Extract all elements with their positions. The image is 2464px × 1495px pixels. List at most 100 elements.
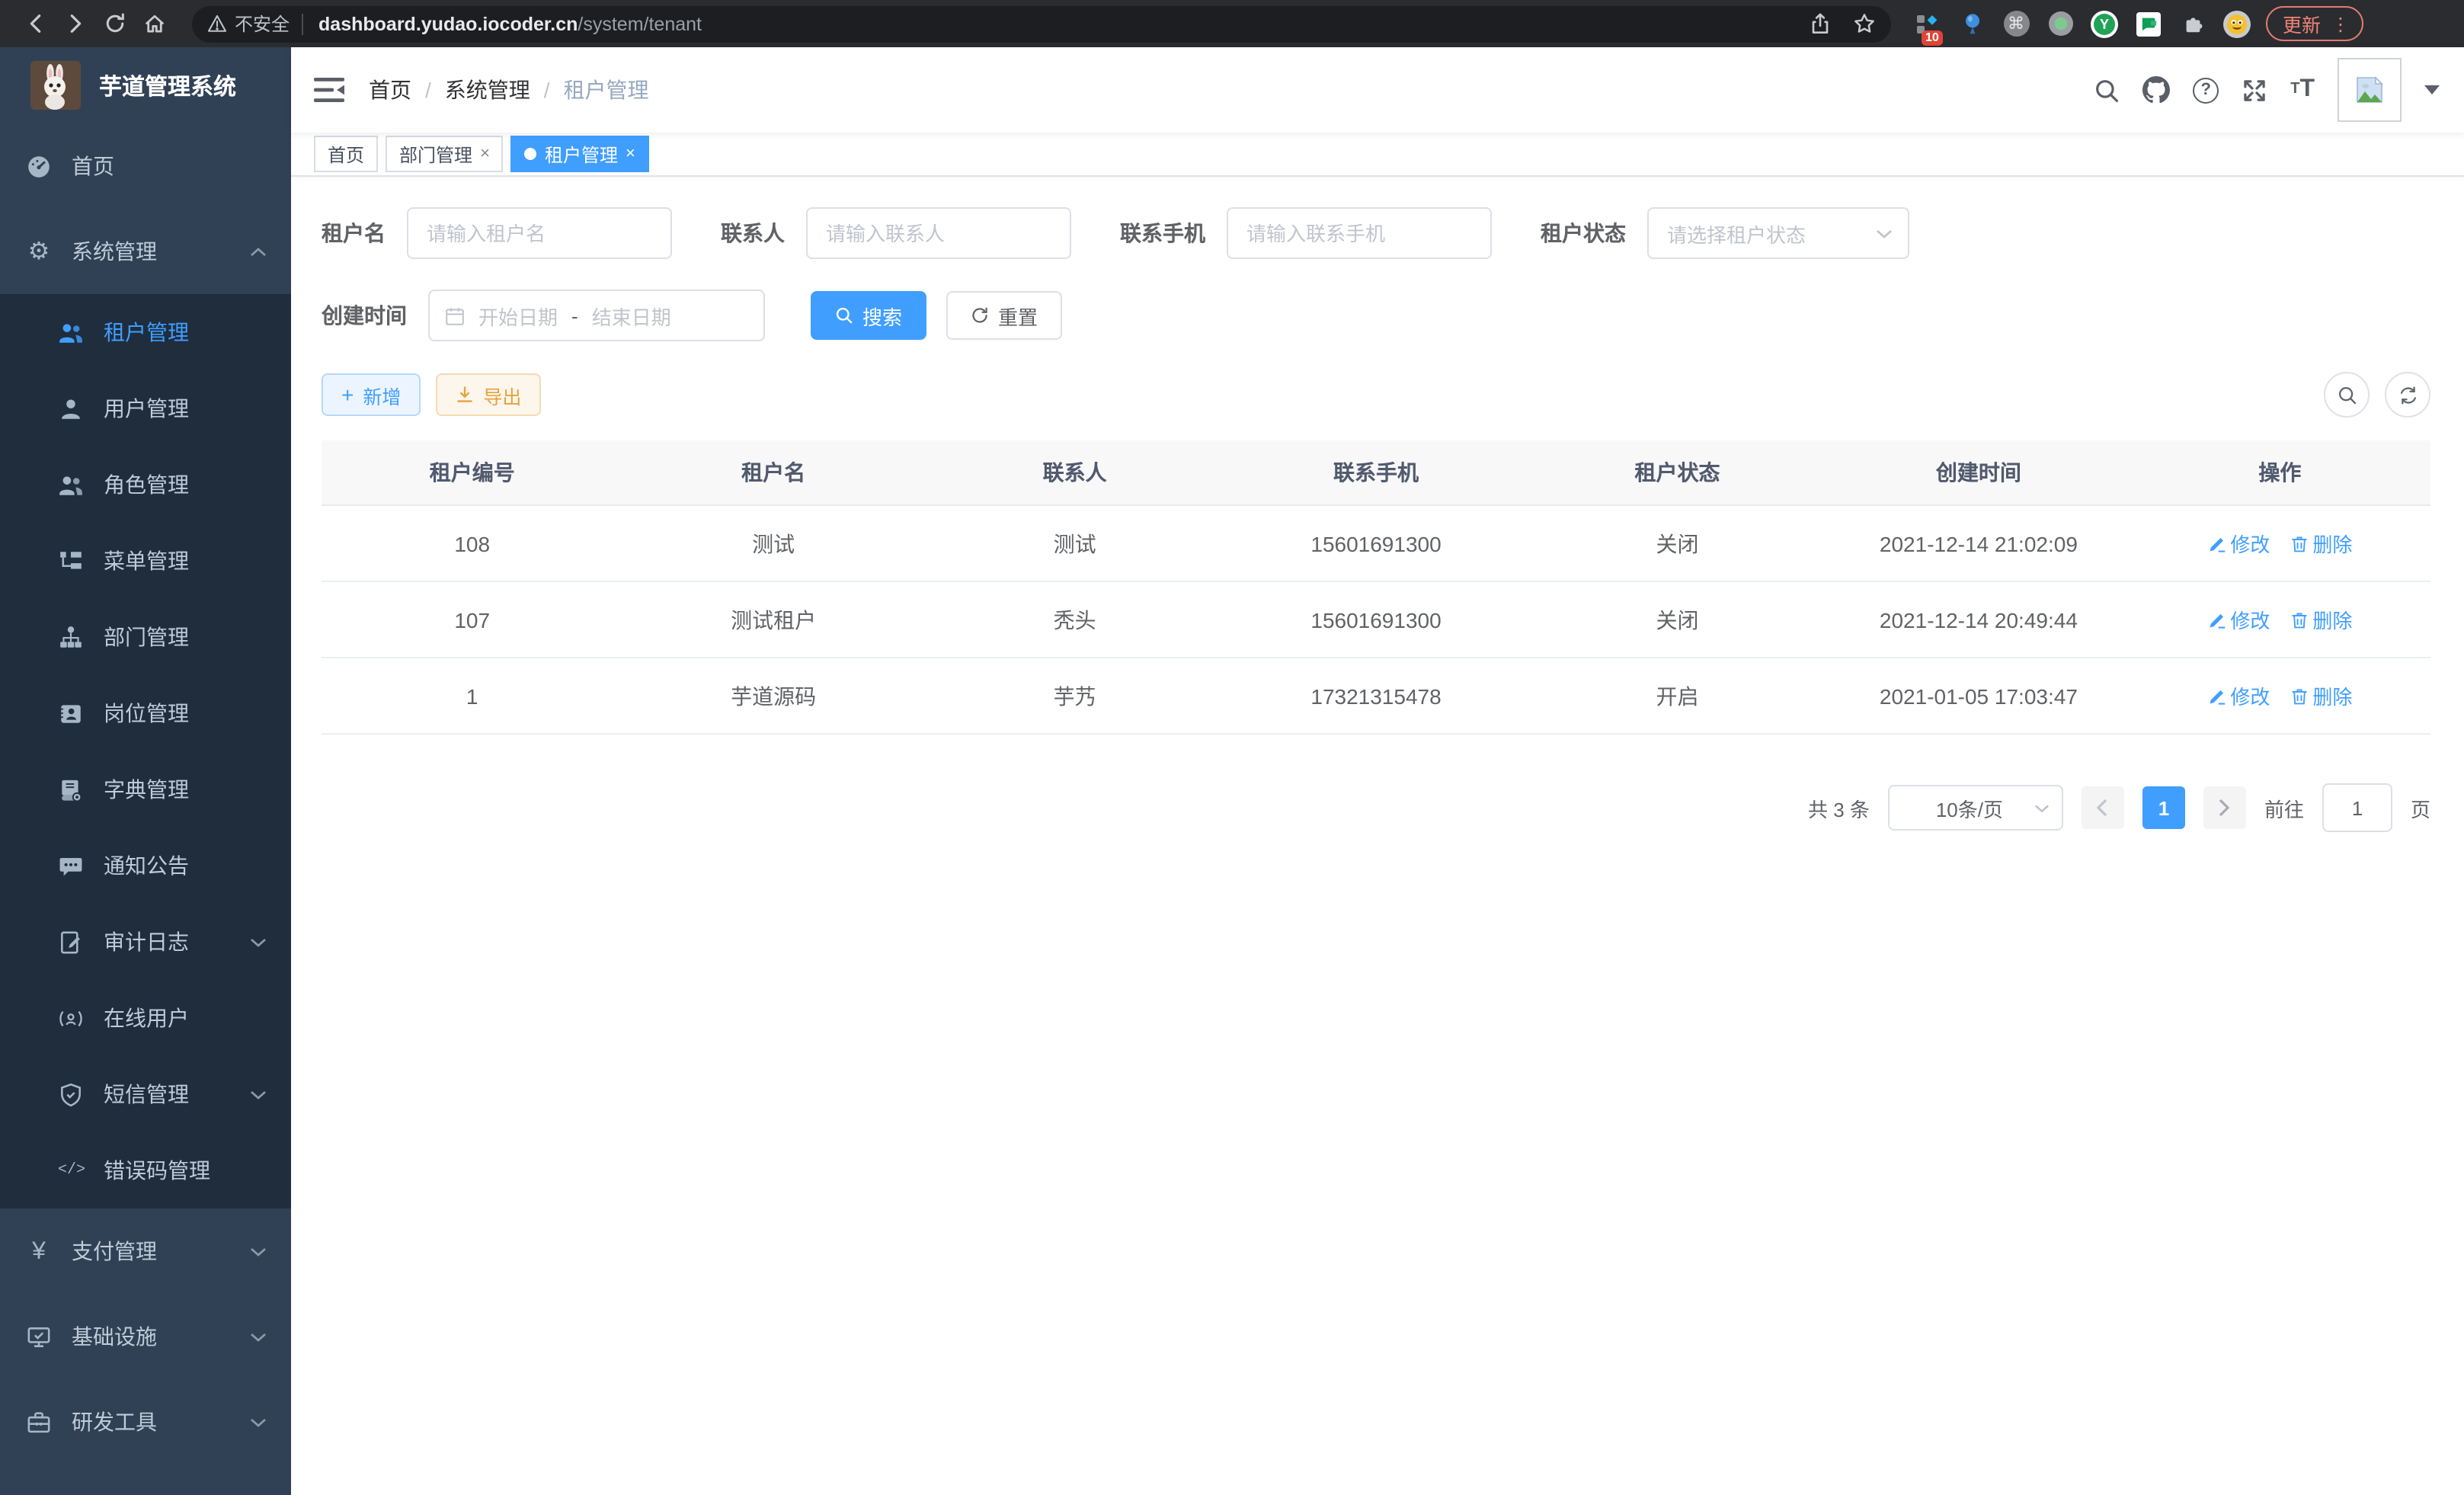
- page-number-1[interactable]: 1: [2142, 786, 2185, 829]
- edit-icon: [2207, 610, 2226, 629]
- page-content: 租户名 联系人 联系手机 租户状态 请选择租户状态: [291, 177, 2464, 1495]
- extension-chat-icon[interactable]: [2133, 8, 2164, 39]
- roles-icon: [58, 472, 84, 498]
- pagination: 共 3 条 10条/页 1 前往 页: [322, 783, 2430, 832]
- chrome-update-button[interactable]: 更新 ⋮: [2266, 6, 2363, 41]
- extension-tabs-icon[interactable]: 10: [1912, 8, 1943, 39]
- system-submenu: 租户管理 用户管理 角色管理: [0, 294, 291, 1208]
- calendar-icon: [445, 306, 465, 325]
- sidebar-item-tenant[interactable]: 租户管理: [0, 294, 291, 370]
- mobile-input[interactable]: [1227, 207, 1492, 259]
- sidebar-item-depts[interactable]: 部门管理: [0, 599, 291, 675]
- tenant-name-input[interactable]: [407, 207, 672, 259]
- contact-label: 联系人: [721, 218, 785, 248]
- hamburger-icon[interactable]: [314, 78, 344, 102]
- close-icon[interactable]: ×: [480, 145, 490, 163]
- sidebar-item-sms[interactable]: 短信管理: [0, 1056, 291, 1132]
- reload-icon[interactable]: [94, 4, 134, 43]
- sidebar-item-users[interactable]: 用户管理: [0, 370, 291, 447]
- table-row: 1 芋道源码 芋艿 17321315478 开启 2021-01-05 17:0…: [322, 658, 2430, 735]
- omnibox-divider: [302, 13, 303, 34]
- add-button-label: 新增: [363, 380, 401, 409]
- extension-dot-icon[interactable]: [2045, 8, 2075, 39]
- id-badge-icon: [58, 700, 84, 726]
- font-size-icon[interactable]: TT: [2290, 78, 2315, 102]
- refresh-table-button[interactable]: [2385, 372, 2430, 418]
- goto-page-input[interactable]: [2322, 783, 2392, 832]
- chevron-down-icon: [2034, 802, 2050, 813]
- github-icon[interactable]: [2142, 76, 2170, 104]
- url-text[interactable]: dashboard.yudao.iocoder.cn/system/tenant: [318, 13, 702, 34]
- col-actions: 操作: [2130, 440, 2430, 504]
- reset-button[interactable]: 重置: [946, 291, 1062, 340]
- toolbox-icon: [26, 1409, 52, 1435]
- breadcrumb-current: 租户管理: [564, 75, 649, 105]
- cell-created: 2021-01-05 17:03:47: [1828, 658, 2129, 733]
- tab-dept[interactable]: 部门管理 ×: [386, 136, 504, 172]
- shield-check-icon: [58, 1081, 84, 1107]
- export-button-label: 导出: [483, 380, 521, 409]
- edit-button[interactable]: 修改: [2207, 605, 2270, 634]
- sidebar-item-label: 在线用户: [104, 1003, 189, 1033]
- sidebar-item-roles[interactable]: 角色管理: [0, 447, 291, 523]
- delete-button[interactable]: 删除: [2290, 605, 2352, 634]
- export-button[interactable]: 导出: [436, 373, 541, 416]
- fullscreen-icon[interactable]: [2242, 77, 2267, 103]
- bookmark-star-icon[interactable]: [1853, 12, 1876, 35]
- create-time-range-picker[interactable]: 开始日期 - 结束日期: [428, 290, 765, 341]
- address-bar[interactable]: 不安全 dashboard.yudao.iocoder.cn/system/te…: [192, 5, 1891, 42]
- forward-icon[interactable]: [55, 4, 94, 43]
- extension-command-icon[interactable]: ⌘: [2001, 8, 2031, 39]
- back-icon[interactable]: [15, 4, 55, 43]
- sidebar-item-dev-tools[interactable]: 研发工具: [0, 1379, 291, 1465]
- tab-home[interactable]: 首页: [314, 136, 378, 172]
- help-icon[interactable]: ?: [2193, 77, 2219, 103]
- profile-avatar-icon[interactable]: [2222, 8, 2252, 39]
- share-icon[interactable]: [1809, 12, 1832, 35]
- extensions-puzzle-icon[interactable]: [2178, 8, 2208, 39]
- sidebar-item-notice[interactable]: 通知公告: [0, 828, 291, 904]
- sidebar-item-error-codes[interactable]: </> 错误码管理: [0, 1132, 291, 1208]
- chrome-menu-icon[interactable]: ⋮: [2331, 13, 2350, 34]
- app-logo-row[interactable]: 芋道管理系统: [0, 47, 291, 123]
- sidebar-item-posts[interactable]: 岗位管理: [0, 675, 291, 751]
- page-size-select[interactable]: 10条/页: [1888, 785, 2063, 831]
- contact-input[interactable]: [806, 207, 1071, 259]
- avatar-caret-icon[interactable]: [2424, 85, 2440, 94]
- sidebar-item-online-users[interactable]: 在线用户: [0, 980, 291, 1056]
- add-button[interactable]: + 新增: [322, 373, 421, 416]
- next-page-button[interactable]: [2203, 786, 2246, 829]
- toggle-search-button[interactable]: [2324, 372, 2370, 418]
- sidebar-item-audit-log[interactable]: 审计日志: [0, 904, 291, 980]
- status-select[interactable]: 请选择租户状态: [1647, 207, 1909, 259]
- extension-y-icon[interactable]: Y: [2089, 8, 2120, 39]
- search-button[interactable]: 搜索: [811, 291, 926, 340]
- extension-balloon-icon[interactable]: [1957, 8, 1987, 39]
- home-icon[interactable]: [134, 4, 174, 43]
- not-secure-label[interactable]: 不安全: [235, 11, 290, 37]
- breadcrumb-separator: /: [544, 78, 550, 102]
- header-search-icon[interactable]: [2094, 77, 2120, 103]
- close-icon[interactable]: ×: [626, 145, 635, 163]
- sidebar-item-payment[interactable]: ¥ 支付管理: [0, 1208, 291, 1294]
- breadcrumb-home[interactable]: 首页: [369, 75, 411, 105]
- sidebar-item-dict[interactable]: 字典管理: [0, 751, 291, 828]
- sidebar-item-system[interactable]: ⚙ 系统管理: [0, 209, 291, 294]
- breadcrumb-system[interactable]: 系统管理: [445, 75, 530, 105]
- tags-view-bar: 首页 部门管理 × 租户管理 ×: [291, 133, 2464, 177]
- end-date-placeholder: 结束日期: [592, 301, 671, 330]
- sidebar-item-menus[interactable]: 菜单管理: [0, 523, 291, 599]
- sidebar-item-infra[interactable]: 基础设施: [0, 1294, 291, 1379]
- avatar[interactable]: [2338, 58, 2402, 122]
- status-placeholder: 请选择租户状态: [1667, 219, 1876, 248]
- tab-tenant[interactable]: 租户管理 ×: [511, 136, 649, 172]
- total-count: 共 3 条: [1808, 793, 1870, 822]
- edit-button[interactable]: 修改: [2207, 681, 2270, 710]
- create-time-label: 创建时间: [322, 300, 407, 331]
- prev-page-button[interactable]: [2082, 786, 2124, 829]
- delete-button[interactable]: 删除: [2290, 681, 2352, 710]
- edit-button[interactable]: 修改: [2207, 529, 2270, 558]
- audit-log-icon: [58, 929, 84, 955]
- delete-button[interactable]: 删除: [2290, 529, 2352, 558]
- sidebar-item-home[interactable]: 首页: [0, 123, 291, 209]
